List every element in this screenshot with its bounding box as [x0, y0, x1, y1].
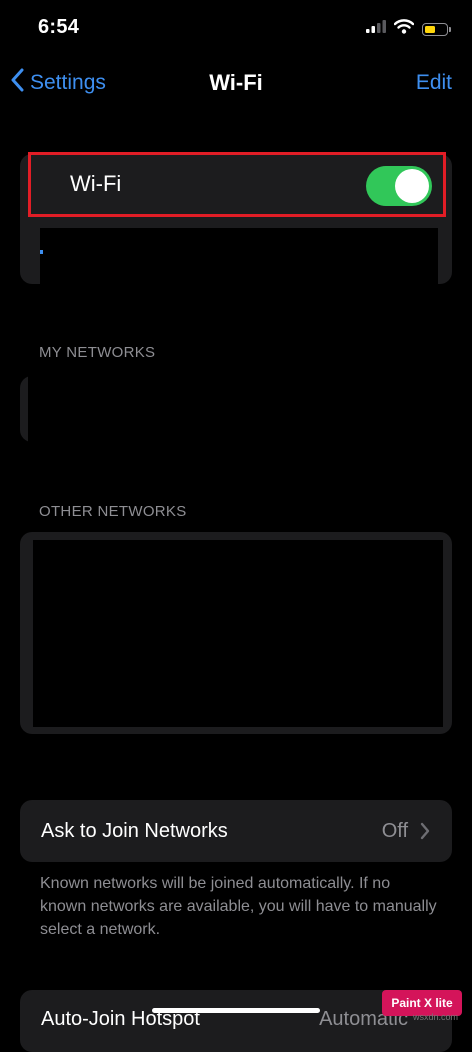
section-header-my-networks: MY NETWORKS	[39, 344, 156, 361]
wifi-toggle[interactable]	[366, 166, 432, 206]
cellular-signal-icon	[366, 20, 386, 38]
status-time: 6:54	[38, 16, 80, 38]
redacted-current-network	[40, 228, 438, 284]
redacted-my-networks	[28, 372, 452, 446]
chevron-right-icon	[420, 822, 430, 845]
checkmark-icon	[40, 250, 43, 254]
ask-to-join-value: Off	[381, 820, 408, 842]
toggle-knob	[395, 169, 429, 203]
redacted-other-networks	[33, 540, 443, 727]
wifi-icon	[393, 19, 415, 39]
edit-button[interactable]: Edit	[416, 71, 452, 95]
status-icons	[366, 19, 451, 39]
watermark-subtext: wsxdn.com	[413, 1012, 459, 1022]
page-title: Wi-Fi	[209, 70, 263, 95]
wifi-label: Wi-Fi	[70, 171, 122, 196]
ask-to-join-label: Ask to Join Networks	[41, 820, 228, 842]
home-indicator[interactable]	[152, 1008, 320, 1013]
section-header-other-networks: OTHER NETWORKS	[39, 503, 187, 520]
ask-to-join-footnote: Known networks will be joined automatica…	[40, 875, 437, 938]
battery-icon	[422, 22, 451, 36]
